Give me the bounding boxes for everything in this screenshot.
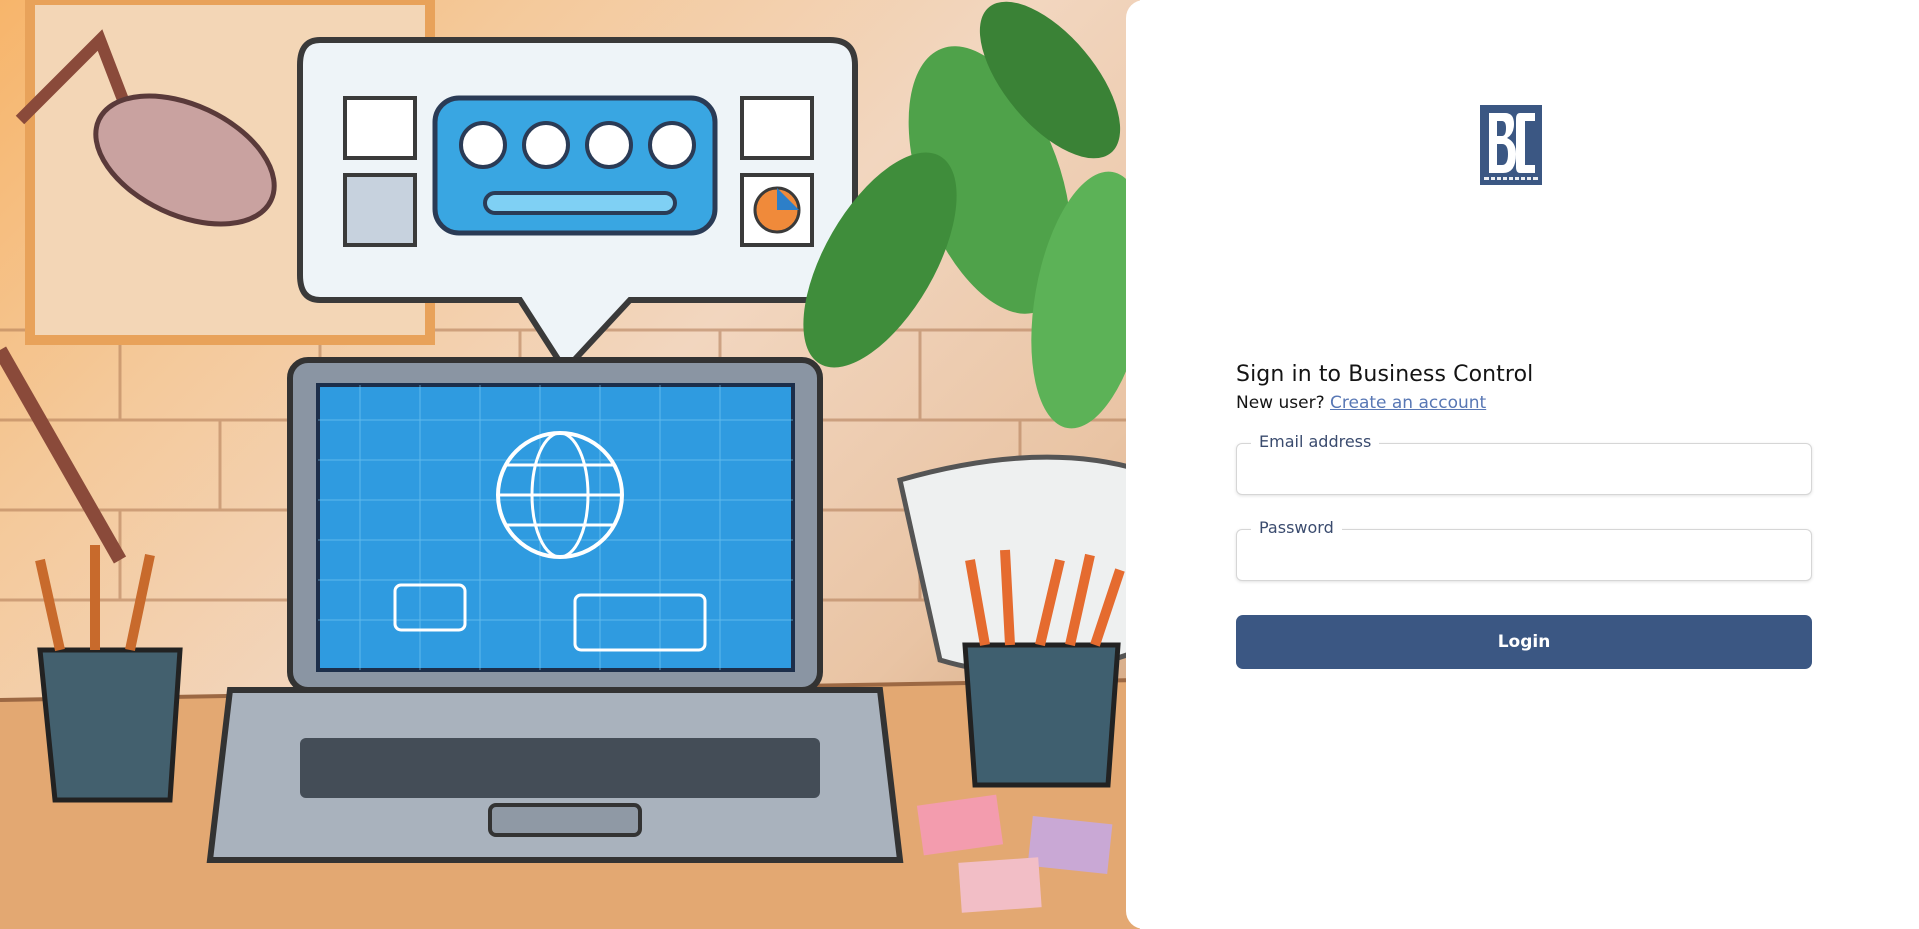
pencil-cup-left-icon <box>35 545 183 803</box>
new-user-line: New user? Create an account <box>1236 393 1812 413</box>
password-field-wrapper: Password <box>1236 518 1812 581</box>
password-field[interactable] <box>1237 530 1811 580</box>
laptop-icon <box>206 357 904 863</box>
login-button[interactable]: Login <box>1236 615 1812 669</box>
new-user-prefix: New user? <box>1236 393 1325 413</box>
illustration-svg <box>0 0 1140 929</box>
email-field[interactable] <box>1237 444 1811 494</box>
signin-title: Sign in to Business Control <box>1236 362 1534 387</box>
create-account-link[interactable]: Create an account <box>1330 393 1486 413</box>
signin-form: Sign in to Business Control New user? Cr… <box>1236 362 1812 669</box>
hero-illustration <box>0 0 1140 929</box>
email-field-wrapper: Email address <box>1236 432 1812 495</box>
bc-logo-icon <box>1480 105 1542 185</box>
